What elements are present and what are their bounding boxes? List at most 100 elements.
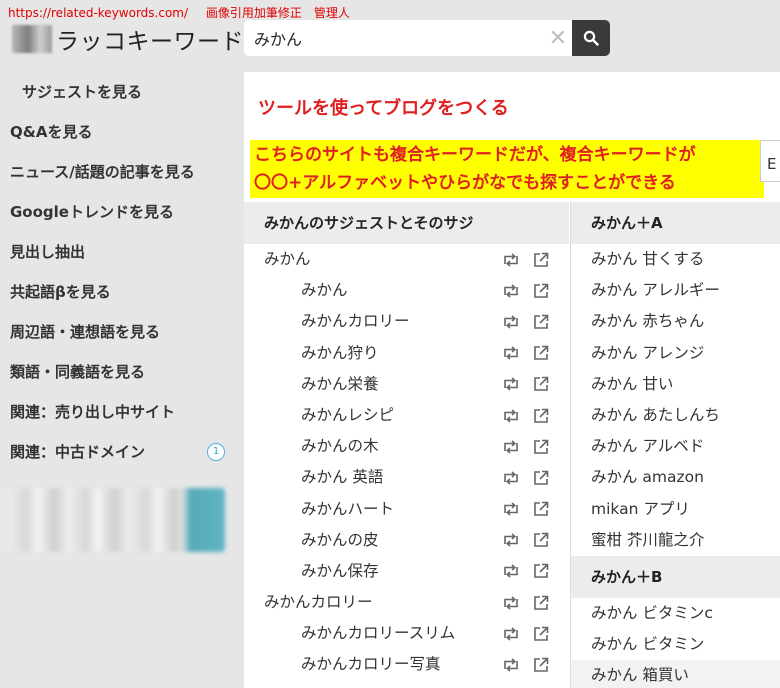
keyword-row[interactable]: みかん 箱買い [571,660,780,688]
suggest-row[interactable]: みかん [244,275,569,306]
suggest-row[interactable]: みかんカロリー [244,306,569,337]
suggest-row[interactable]: みかん保存 [244,556,569,587]
sidebar-item-associated[interactable]: 周辺語・連想語を見る [0,312,240,352]
suggest-keyword[interactable]: みかんカロリー [264,593,373,611]
repeat-search-icon[interactable] [501,250,521,270]
repeat-search-icon[interactable] [501,624,521,644]
suggest-keyword[interactable]: みかん保存 [301,562,379,580]
repeat-search-icon[interactable] [501,281,521,301]
sidebar-item-suggest[interactable]: サジェストを見る [0,72,240,112]
annotation-line-1: こちらのサイトも複合キーワードだが、複合キーワードが [254,145,696,165]
repeat-search-icon[interactable] [501,561,521,581]
keyword-row[interactable]: みかん アルベド [571,431,780,462]
suggest-keyword[interactable]: みかんハート [301,500,394,518]
sidebar-item-sites-for-sale[interactable]: 関連：売り出し中サイト [0,392,240,432]
suggest-keyword[interactable]: みかん [264,250,311,268]
suggest-keyword[interactable]: みかん [301,281,348,299]
repeat-search-icon[interactable] [501,593,521,613]
repeat-search-icon[interactable] [501,406,521,426]
logo-text: ラッコキーワード [56,29,244,55]
suggest-keyword[interactable]: みかんの木 [301,437,379,455]
external-link-icon[interactable] [531,312,551,332]
suggest-keyword[interactable]: みかんカロリースリム [301,624,455,642]
keyword-row[interactable]: みかん 赤ちゃん [571,306,780,337]
sidebar-item-google-trends[interactable]: Googleトレンドを見る [0,192,240,232]
partial-button[interactable]: E [760,140,780,182]
sidebar-item-cooccurrence[interactable]: 共起語βを見る [0,272,240,312]
sidebar-item-news[interactable]: ニュース/話題の記事を見る [0,152,240,192]
suggest-row[interactable]: みかんレシピ [244,400,569,431]
repeat-search-icon[interactable] [501,499,521,519]
repeat-search-icon[interactable] [501,655,521,675]
clear-icon[interactable]: ✕ [544,20,572,56]
external-link-icon[interactable] [531,374,551,394]
sidebar-item-used-domains[interactable]: 関連：中古ドメイン 1 [0,432,240,472]
suggest-row[interactable]: みかん栄養 [244,369,569,400]
keyword-row[interactable]: 蜜柑 芥川龍之介 [571,525,780,556]
suggest-keyword[interactable]: みかん狩り [301,344,379,362]
annotation-highlight: こちらのサイトも複合キーワードだが、複合キーワードが 〇〇+アルファベットやひら… [250,140,764,198]
repeat-search-icon[interactable] [501,468,521,488]
suggest-row[interactable]: みかん [244,244,569,275]
suggest-row[interactable]: みかん 英語 [244,462,569,493]
keyword-row[interactable]: みかん あたしんち [571,400,780,431]
sidebar-item-synonyms[interactable]: 類語・同義語を見る [0,352,240,392]
sidebar-item-headings[interactable]: 見出し抽出 [0,232,240,272]
row-actions [501,431,551,462]
external-link-icon[interactable] [531,655,551,675]
annotation-line-2: 〇〇+アルファベットやひらがなでも探すことができる [254,173,676,193]
keyword-row[interactable]: みかん アレルギー [571,275,780,306]
external-link-icon[interactable] [531,530,551,550]
keyword-row[interactable]: みかん ビタミンc [571,598,780,629]
site-logo[interactable]: ラッコキーワード [12,24,244,55]
row-actions [501,525,551,556]
suggest-keyword[interactable]: みかんカロリー [301,312,410,330]
suggest-row[interactable]: みかんカロリー [244,587,569,618]
external-link-icon[interactable] [531,624,551,644]
external-link-icon[interactable] [531,406,551,426]
keyword-row[interactable]: みかん アレンジ [571,338,780,369]
suggest-keyword[interactable]: みかんの皮 [301,531,379,549]
suggest-keyword[interactable]: みかんレシピ [301,406,394,424]
keyword-row[interactable]: みかん 甘くする [571,244,780,275]
keyword-row[interactable]: みかん 甘い [571,369,780,400]
external-link-icon[interactable] [531,281,551,301]
keyword-row[interactable]: みかん ビタミン [571,629,780,660]
external-link-icon[interactable] [531,250,551,270]
row-actions [501,649,551,680]
search-icon [583,30,599,46]
suggest-row[interactable]: みかんハート [244,494,569,525]
suggest-row[interactable]: みかんカロリー写真 [244,649,569,680]
keyword-row[interactable]: みかん amazon [571,462,780,493]
search-button[interactable] [572,20,610,56]
repeat-search-icon[interactable] [501,374,521,394]
main-panel: ツールを使ってブログをつくる こちらのサイトも複合キーワードだが、複合キーワード… [244,72,780,688]
row-actions [501,275,551,306]
repeat-search-icon[interactable] [501,312,521,332]
suggest-row[interactable]: みかんの木 [244,431,569,462]
external-link-icon[interactable] [531,499,551,519]
repeat-search-icon[interactable] [501,530,521,550]
suggest-keyword[interactable]: みかん 英語 [301,468,383,486]
suggest-keyword[interactable]: みかん栄養 [301,375,379,393]
suggest-row[interactable]: みかんの皮 [244,525,569,556]
sidebar-item-qa[interactable]: Q&Aを見る [0,112,240,152]
external-link-icon[interactable] [531,343,551,363]
suggest-list: みかん みかん みかんカロリー みかん狩り みかん栄養 みかんレシピ みかんの木 みかん 英語… [244,244,569,681]
keyword-row[interactable]: mikan アプリ [571,494,780,525]
external-link-icon[interactable] [531,437,551,457]
external-link-icon[interactable] [531,468,551,488]
suggest-keyword[interactable]: みかんカロリー写真 [301,655,441,673]
row-actions [501,338,551,369]
search-input[interactable] [244,20,544,56]
repeat-search-icon[interactable] [501,437,521,457]
watermark-text: https://related-keywords.com/ 画像引用加筆修正 管… [8,4,364,21]
sidebar-ad-banner[interactable] [8,488,225,552]
external-link-icon[interactable] [531,561,551,581]
external-link-icon[interactable] [531,593,551,613]
row-actions [501,494,551,525]
row-actions [501,400,551,431]
suggest-row[interactable]: みかんカロリースリム [244,618,569,649]
repeat-search-icon[interactable] [501,343,521,363]
suggest-row[interactable]: みかん狩り [244,338,569,369]
